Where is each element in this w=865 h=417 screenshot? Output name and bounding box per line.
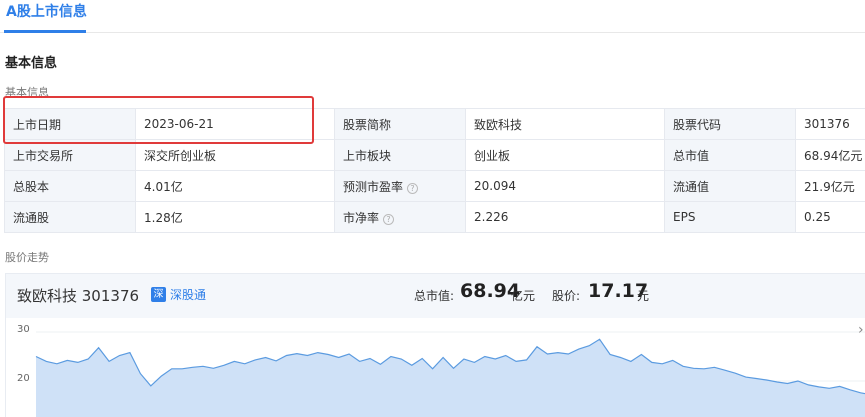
info-value: 301376 [795, 108, 865, 140]
info-value: 深交所创业板 [135, 139, 335, 171]
info-label-text: 上市交易所 [13, 148, 74, 163]
table-row: 总股本 4.01亿 预测市盈率? 20.094 流通值 21.9亿元 [4, 170, 865, 202]
info-label: 上市交易所 [4, 139, 136, 171]
table-row: 上市交易所 深交所创业板 上市板块 创业板 总市值 68.94亿元 [4, 139, 865, 171]
info-value: 21.9亿元 [795, 170, 865, 202]
section-title: 基本信息 [5, 56, 58, 71]
info-label: EPS [664, 201, 796, 233]
info-value: 68.94亿元 [795, 139, 865, 171]
info-label-text: EPS [673, 210, 696, 224]
info-label: 总股本 [4, 170, 136, 202]
info-label-text: 股票简称 [343, 117, 392, 132]
price-area [36, 339, 865, 417]
table-row: 流通股 1.28亿 市净率? 2.226 EPS 0.25 [4, 201, 865, 233]
info-label-text: 市净率 [343, 210, 380, 225]
info-label: 上市板块 [334, 139, 466, 171]
info-value: 2.226 [465, 201, 665, 233]
info-label: 股票简称 [334, 108, 466, 140]
info-value: 创业板 [465, 139, 665, 171]
help-icon[interactable]: ? [407, 182, 419, 194]
info-label-text: 股票代码 [673, 117, 722, 132]
price-area-chart [35, 331, 865, 417]
price-chart-panel: 致欧科技 301376 深 深股通 总市值: 68.94 亿元 股价: 17.1… [5, 273, 865, 417]
price-chart: 30 20 › [6, 318, 865, 417]
info-label-text: 总股本 [13, 179, 50, 194]
chevron-right-icon[interactable]: › [858, 322, 864, 338]
info-label: 市净率? [334, 201, 466, 233]
info-label-text: 流通股 [13, 210, 50, 225]
info-value: 1.28亿 [135, 201, 335, 233]
tab-a-share-listing[interactable]: A股上市信息 [6, 1, 87, 21]
info-value: 0.25 [795, 201, 865, 233]
market-cap-unit: 亿元 [511, 289, 536, 303]
info-label: 预测市盈率? [334, 170, 466, 202]
price-trend-subtitle: 股价走势 [5, 251, 49, 264]
info-value: 致欧科技 [465, 108, 665, 140]
active-tab-indicator [4, 30, 86, 33]
listing-date-highlight [3, 96, 314, 144]
info-label: 流通股 [4, 201, 136, 233]
help-icon[interactable]: ? [383, 213, 395, 225]
info-label-text: 总市值 [673, 148, 710, 163]
price-label: 股价: [552, 289, 581, 303]
info-label-text: 预测市盈率 [343, 179, 404, 194]
info-value: 4.01亿 [135, 170, 335, 202]
info-label-text: 流通值 [673, 179, 710, 194]
info-label: 总市值 [664, 139, 796, 171]
price-unit: 元 [637, 289, 650, 303]
tab-bar: A股上市信息 [0, 0, 865, 33]
info-value: 20.094 [465, 170, 665, 202]
info-label-text: 上市板块 [343, 148, 392, 163]
shenzhen-connect-icon: 深 [151, 287, 166, 302]
info-label: 股票代码 [664, 108, 796, 140]
market-cap-label: 总市值: [414, 289, 455, 303]
info-label: 流通值 [664, 170, 796, 202]
chart-stock-name: 致欧科技 301376 [17, 287, 140, 305]
shenzhen-connect-link[interactable]: 深股通 [170, 286, 206, 303]
